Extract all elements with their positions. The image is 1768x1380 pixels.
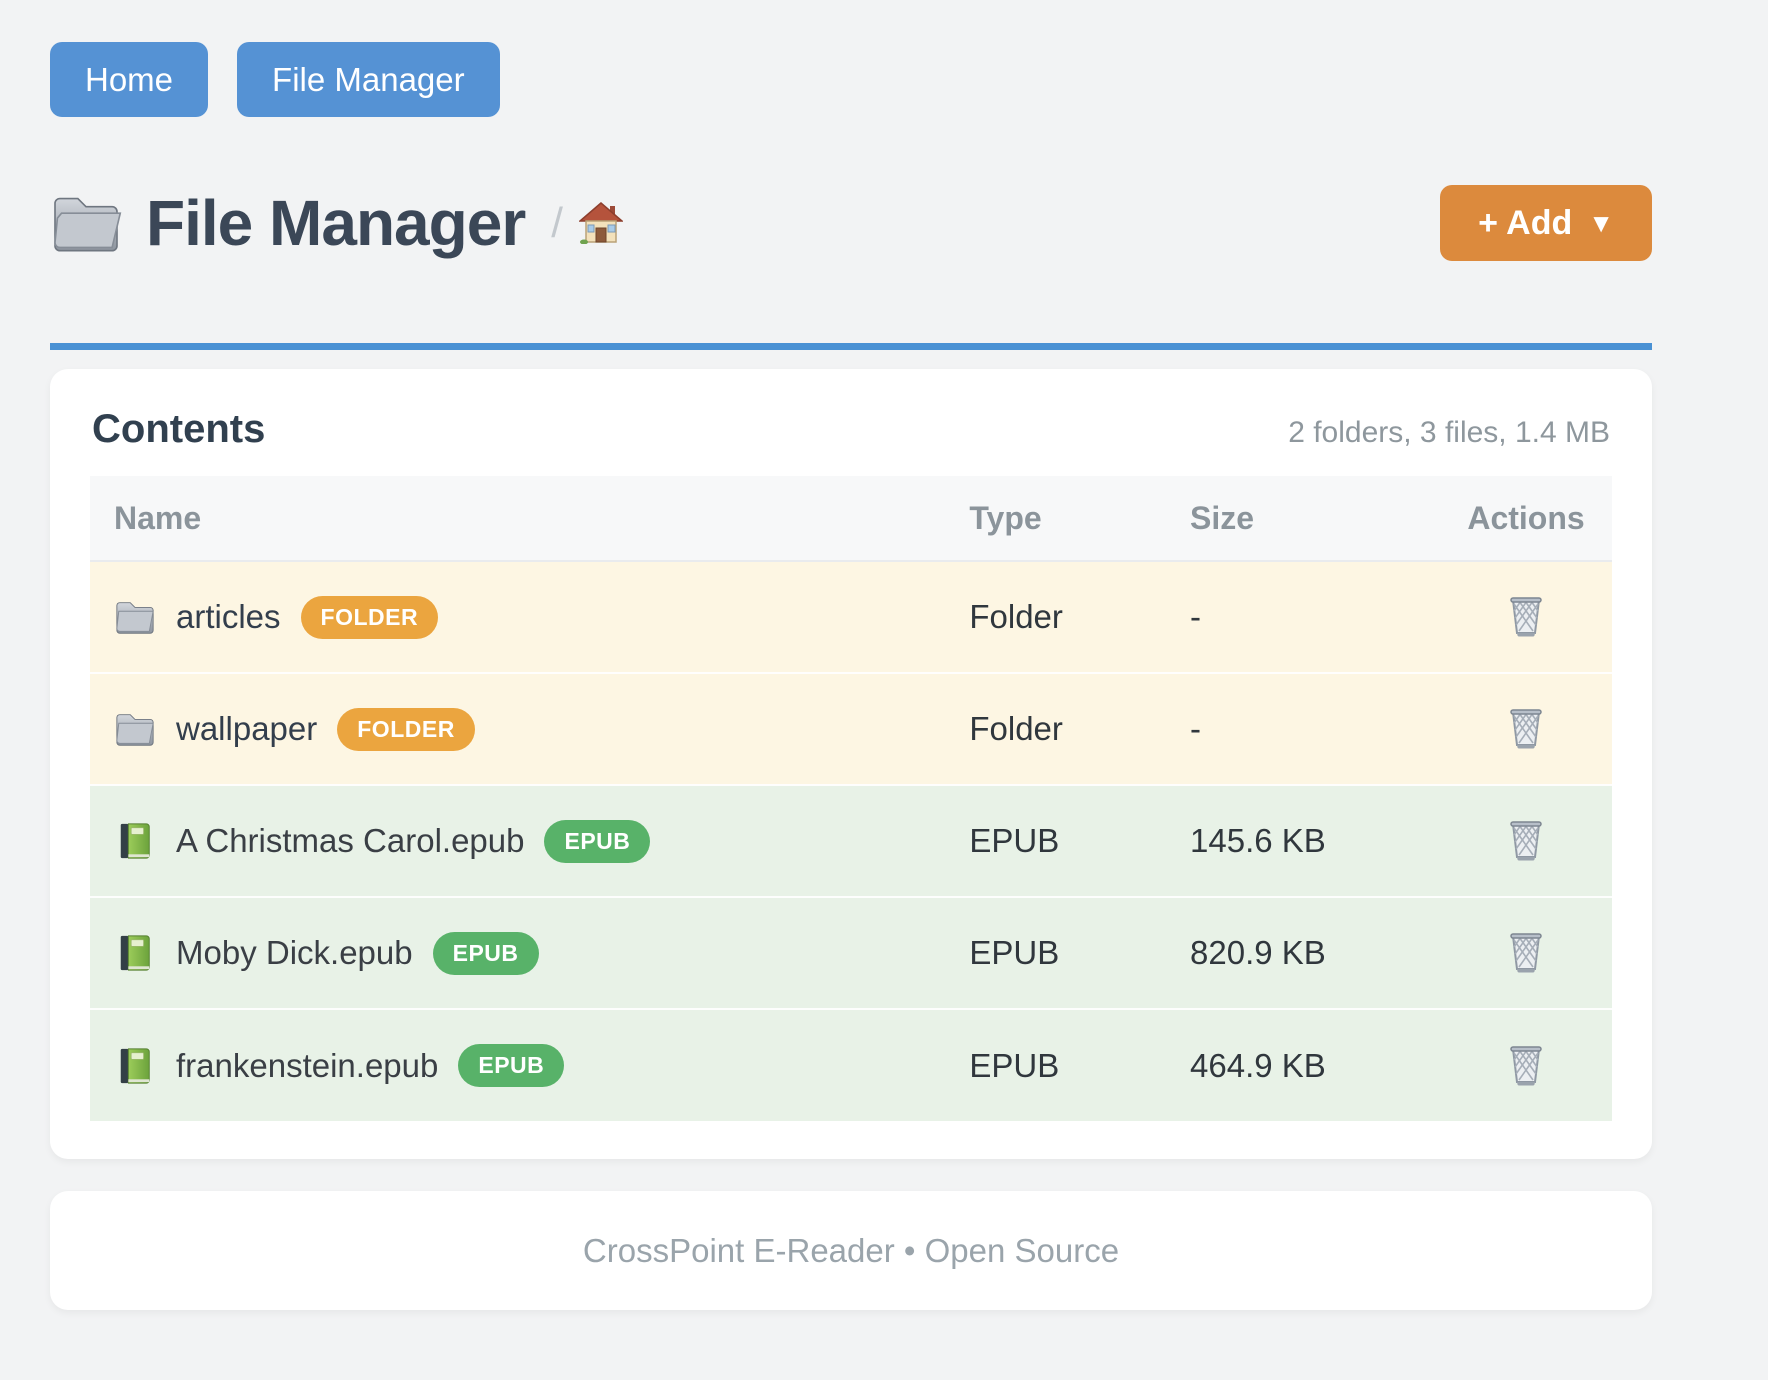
column-header-size: Size xyxy=(1166,476,1440,561)
file-name-link[interactable]: articles xyxy=(176,598,281,636)
type-badge: EPUB xyxy=(433,932,539,975)
contents-card: Contents 2 folders, 3 files, 1.4 MB Name… xyxy=(50,369,1652,1159)
type-badge: FOLDER xyxy=(337,708,475,751)
table-row: Moby Dick.epub EPUB EPUB 820.9 KB xyxy=(90,897,1612,1009)
table-header-row: Name Type Size Actions xyxy=(90,476,1612,561)
nav-file-manager-button[interactable]: File Manager xyxy=(237,42,500,117)
table-row: frankenstein.epub EPUB EPUB 464.9 KB xyxy=(90,1009,1612,1121)
type-cell: Folder xyxy=(945,561,1166,673)
type-cell: EPUB xyxy=(945,1009,1166,1121)
trash-icon xyxy=(1506,929,1546,973)
delete-button[interactable] xyxy=(1502,701,1550,753)
file-name-link[interactable]: wallpaper xyxy=(176,710,317,748)
column-header-type: Type xyxy=(945,476,1166,561)
page-header: File Manager / + Add ▼ xyxy=(50,185,1652,261)
type-cell: Folder xyxy=(945,673,1166,785)
file-name-link[interactable]: Moby Dick.epub xyxy=(176,934,413,972)
green-book-icon xyxy=(114,822,156,860)
header-divider xyxy=(50,343,1652,350)
breadcrumb-separator: / xyxy=(551,199,563,247)
contents-summary: 2 folders, 3 files, 1.4 MB xyxy=(1288,416,1610,450)
size-cell: 820.9 KB xyxy=(1166,897,1440,1009)
green-book-icon xyxy=(114,934,156,972)
page-title: File Manager xyxy=(146,186,525,260)
folder-icon xyxy=(50,192,122,254)
file-name-link[interactable]: frankenstein.epub xyxy=(176,1047,438,1085)
add-button[interactable]: + Add ▼ xyxy=(1440,185,1652,261)
type-cell: EPUB xyxy=(945,897,1166,1009)
trash-icon xyxy=(1506,705,1546,749)
folder-icon xyxy=(114,598,156,636)
column-header-name: Name xyxy=(90,476,945,561)
type-badge: EPUB xyxy=(458,1044,564,1087)
trash-icon xyxy=(1506,817,1546,861)
footer: CrossPoint E-Reader • Open Source xyxy=(50,1191,1652,1310)
add-button-label: + Add xyxy=(1478,204,1572,243)
trash-icon xyxy=(1506,593,1546,637)
file-name-link[interactable]: A Christmas Carol.epub xyxy=(176,822,524,860)
trash-icon xyxy=(1506,1042,1546,1086)
breadcrumb-home-icon[interactable] xyxy=(579,202,623,244)
size-cell: 464.9 KB xyxy=(1166,1009,1440,1121)
contents-title: Contents xyxy=(92,407,265,452)
file-table-body: articles FOLDER Folder - xyxy=(90,561,1612,1121)
delete-button[interactable] xyxy=(1502,925,1550,977)
nav-home-button[interactable]: Home xyxy=(50,42,208,117)
type-badge: EPUB xyxy=(544,820,650,863)
footer-text: CrossPoint E-Reader • Open Source xyxy=(583,1232,1119,1270)
delete-button[interactable] xyxy=(1502,813,1550,865)
table-row: A Christmas Carol.epub EPUB EPUB 145.6 K… xyxy=(90,785,1612,897)
size-cell: - xyxy=(1166,673,1440,785)
delete-button[interactable] xyxy=(1502,1038,1550,1090)
size-cell: 145.6 KB xyxy=(1166,785,1440,897)
file-table: Name Type Size Actions articles FOLDER F… xyxy=(90,476,1612,1121)
size-cell: - xyxy=(1166,561,1440,673)
top-nav: Home File Manager xyxy=(50,42,1652,117)
table-row: wallpaper FOLDER Folder - xyxy=(90,673,1612,785)
green-book-icon xyxy=(114,1047,156,1085)
type-cell: EPUB xyxy=(945,785,1166,897)
column-header-actions: Actions xyxy=(1440,476,1612,561)
chevron-down-icon: ▼ xyxy=(1588,208,1614,239)
delete-button[interactable] xyxy=(1502,589,1550,641)
page-container: Home File Manager File Manager / xyxy=(0,0,1768,1310)
folder-icon xyxy=(114,710,156,748)
type-badge: FOLDER xyxy=(301,596,439,639)
table-row: articles FOLDER Folder - xyxy=(90,561,1612,673)
